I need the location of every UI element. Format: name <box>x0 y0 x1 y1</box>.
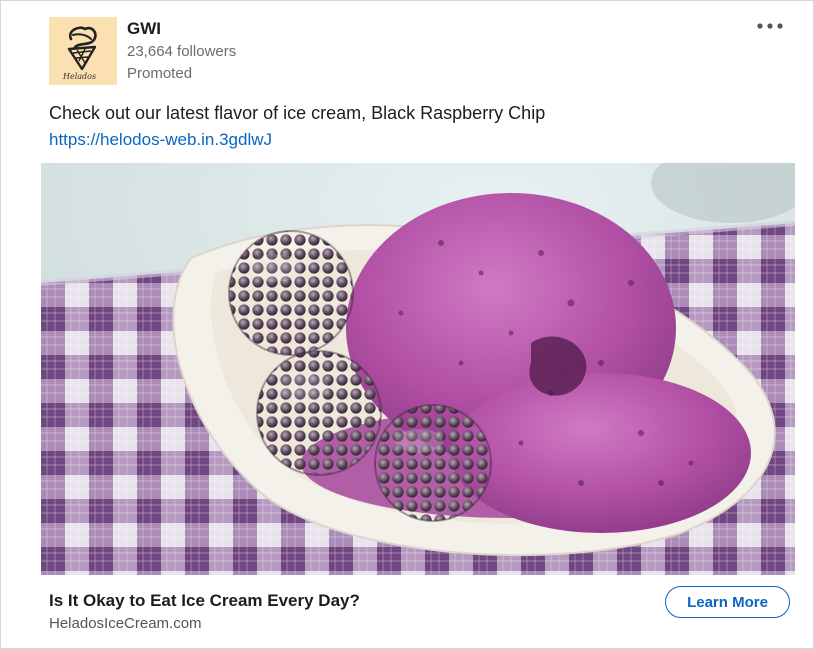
ad-image[interactable] <box>41 163 795 575</box>
more-options-button[interactable] <box>753 15 787 37</box>
promoted-label: Promoted <box>127 65 193 82</box>
logo-script-text: Helados <box>63 72 97 81</box>
company-name[interactable]: GWI <box>127 19 161 39</box>
follower-count: 23,664 followers <box>127 43 237 60</box>
ice-cream-photo <box>41 163 795 575</box>
more-horizontal-icon <box>757 23 783 29</box>
company-logo[interactable]: Helados <box>49 17 117 85</box>
post-text: Check out our latest flavor of ice cream… <box>49 103 546 123</box>
ad-domain: HeladosIceCream.com <box>49 615 202 632</box>
post-link[interactable]: https://helodos-web.in.3gdlwJ <box>49 130 272 150</box>
learn-more-button[interactable]: Learn More <box>665 586 790 618</box>
sponsored-post-card: Helados GWI 23,664 followers Promoted Ch… <box>0 0 814 649</box>
ad-headline[interactable]: Is It Okay to Eat Ice Cream Every Day? <box>49 591 360 611</box>
